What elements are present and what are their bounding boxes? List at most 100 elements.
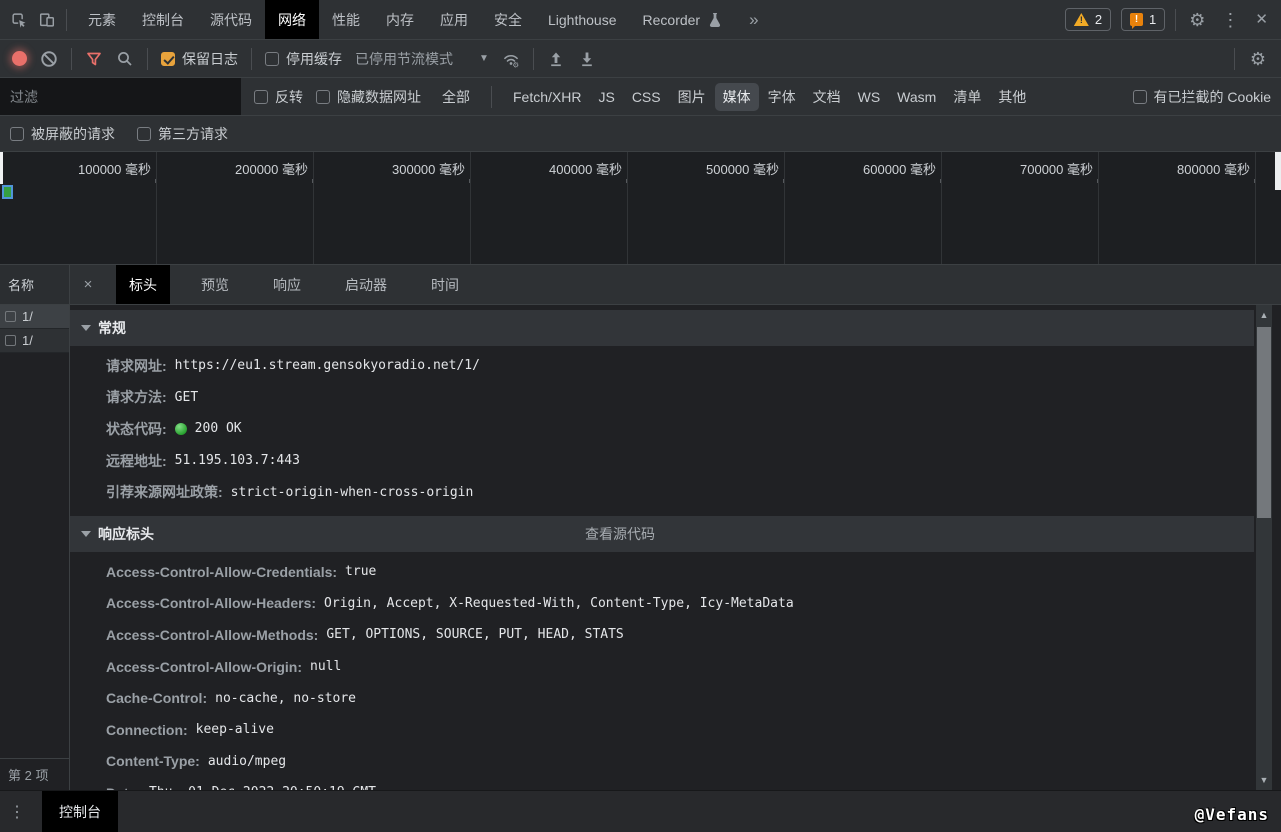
filter-chip[interactable]: Fetch/XHR	[505, 85, 589, 109]
request-count-status: 第 2 项	[0, 758, 69, 790]
network-settings-gear-icon[interactable]: ⚙	[1247, 50, 1269, 68]
filter-chip[interactable]: 其他	[990, 83, 1034, 111]
scroll-up-arrow-icon[interactable]: ▲	[1256, 307, 1272, 323]
chevron-down-icon: ▼	[479, 53, 489, 64]
panel-tab[interactable]: Recorder	[630, 0, 738, 39]
third-party-checkbox[interactable]	[137, 127, 151, 141]
invert-checkbox[interactable]	[254, 90, 268, 104]
hide-data-urls-checkbox[interactable]	[316, 90, 330, 104]
general-section-header[interactable]: 常规	[70, 310, 1254, 346]
request-row[interactable]: 1/	[0, 305, 69, 329]
request-row-checkbox[interactable]	[5, 311, 16, 322]
filter-funnel-icon[interactable]	[85, 50, 103, 68]
header-row: Date: Thu, 01 Dec 2022 20:50:19 GMT	[70, 777, 1254, 790]
search-icon[interactable]	[116, 50, 134, 68]
network-main-area: 名称 1/ 1/ 第 2 项	[0, 265, 1281, 790]
scroll-down-arrow-icon[interactable]: ▼	[1256, 772, 1272, 788]
details-tab[interactable]: 预览	[188, 265, 242, 304]
filter-chip[interactable]: JS	[590, 85, 622, 109]
panel-tab[interactable]: 控制台	[129, 0, 197, 39]
drawer-kebab-menu-icon[interactable]: ⋮	[0, 791, 34, 832]
panel-tab[interactable]: 性能	[319, 0, 373, 39]
record-network-log-button[interactable]	[12, 51, 27, 66]
filter-chip-all[interactable]: 全部	[434, 83, 478, 111]
panel-tab[interactable]: 应用	[427, 0, 481, 39]
close-details-button[interactable]: ×	[70, 265, 106, 304]
invert-filter-toggle[interactable]: 反转	[254, 87, 303, 107]
details-tab[interactable]: 响应	[260, 265, 314, 304]
warnings-badge[interactable]: 2	[1065, 8, 1111, 31]
import-har-icon[interactable]	[547, 50, 565, 68]
inspect-element-icon[interactable]	[10, 11, 28, 29]
preserve-log-toggle[interactable]: 保留日志	[161, 49, 238, 69]
details-tab-label: 预览	[201, 275, 229, 295]
filter-chip[interactable]: 媒体	[715, 83, 759, 111]
scrollbar-thumb[interactable]	[1257, 327, 1271, 518]
panel-tab[interactable]: 安全	[481, 0, 535, 39]
details-scrollbar[interactable]: ▲ ▼	[1254, 305, 1281, 790]
header-key: Access-Control-Allow-Methods:	[106, 627, 318, 643]
details-tab[interactable]: 启动器	[332, 265, 400, 304]
device-toolbar-icon[interactable]	[38, 11, 56, 29]
response-headers-section-header[interactable]: 响应标头 查看源代码	[70, 516, 1254, 552]
blocked-requests-toggle[interactable]: 被屏蔽的请求	[10, 124, 115, 144]
disable-cache-checkbox[interactable]	[265, 52, 279, 66]
header-row: 请求网址: https://eu1.stream.gensokyoradio.n…	[70, 350, 1254, 382]
name-column-header[interactable]: 名称	[0, 265, 69, 305]
issues-badge[interactable]: 1	[1121, 8, 1165, 31]
filter-chip[interactable]: Wasm	[889, 85, 944, 109]
panel-tab[interactable]: Lighthouse	[535, 0, 630, 39]
header-row: Access-Control-Allow-Headers: Origin, Ac…	[70, 588, 1254, 620]
filter-chip[interactable]: 清单	[945, 83, 989, 111]
filter-chip[interactable]: 字体	[760, 83, 804, 111]
hide-data-urls-toggle[interactable]: 隐藏数据网址	[316, 87, 421, 107]
panel-tab[interactable]: 源代码	[197, 0, 265, 39]
header-row: Cache-Control: no-cache, no-store	[70, 682, 1254, 714]
details-tab[interactable]: 标头	[116, 265, 170, 304]
timeline-tick-label: 500000 毫秒	[706, 159, 779, 178]
clear-network-log-icon[interactable]	[40, 50, 58, 68]
more-tabs-button[interactable]: »	[737, 10, 770, 30]
details-tab-label: 启动器	[345, 275, 387, 295]
header-value: GET	[175, 390, 198, 405]
network-conditions-icon[interactable]: ⚙	[502, 50, 520, 68]
request-count-label: 第 2 项	[8, 765, 48, 784]
filter-chip[interactable]: WS	[850, 85, 889, 109]
panel-tab[interactable]: 内存	[373, 0, 427, 39]
filter-chip[interactable]: CSS	[624, 85, 669, 109]
third-party-toggle[interactable]: 第三方请求	[137, 124, 228, 144]
kebab-icon: ⋮	[9, 802, 25, 822]
blocked-cookies-toggle[interactable]: 有已拦截的 Cookie	[1133, 87, 1271, 107]
network-overview-timeline[interactable]: 100000 毫秒 200000 毫秒 300000 毫秒 400000 毫秒 …	[0, 152, 1281, 265]
header-row: 引荐来源网址政策: strict-origin-when-cross-origi…	[70, 476, 1254, 508]
close-devtools-icon[interactable]: ✕	[1252, 12, 1271, 27]
throttling-select[interactable]: 已停用节流模式 ▼	[355, 49, 489, 69]
disable-cache-toggle[interactable]: 停用缓存	[265, 49, 342, 69]
filter-chip[interactable]: 图片	[670, 83, 714, 111]
export-har-icon[interactable]	[578, 50, 596, 68]
timeline-tick-label: 800000 毫秒	[1177, 159, 1250, 178]
settings-gear-icon[interactable]: ⚙	[1186, 11, 1208, 29]
kebab-menu-icon[interactable]: ⋮	[1218, 11, 1242, 29]
header-key: Connection:	[106, 722, 188, 738]
panel-tab[interactable]: 元素	[75, 0, 129, 39]
panel-tab-label: 应用	[440, 10, 468, 30]
close-icon: ×	[84, 276, 93, 293]
header-value: Thu, 01 Dec 2022 20:50:19 GMT	[149, 785, 376, 790]
view-source-link[interactable]: 查看源代码	[585, 516, 655, 552]
filter-input[interactable]	[0, 78, 241, 115]
blocked-cookies-checkbox[interactable]	[1133, 90, 1147, 104]
blocked-requests-checkbox[interactable]	[10, 127, 24, 141]
timeline-tick-label: 700000 毫秒	[1020, 159, 1093, 178]
panel-tab[interactable]: 网络	[265, 0, 319, 39]
preserve-log-checkbox[interactable]	[161, 52, 175, 66]
request-row-checkbox[interactable]	[5, 335, 16, 346]
details-tab-strip: × 标头 预览 响应	[70, 265, 1281, 305]
overview-scrollbar[interactable]	[1275, 152, 1281, 190]
filter-chip[interactable]: 文档	[805, 83, 849, 111]
header-row: Access-Control-Allow-Methods: GET, OPTIO…	[70, 619, 1254, 651]
request-row[interactable]: 1/	[0, 329, 69, 353]
drawer-tab-console[interactable]: 控制台	[42, 791, 118, 832]
details-tab[interactable]: 时间	[418, 265, 472, 304]
header-key: Content-Type:	[106, 753, 200, 769]
